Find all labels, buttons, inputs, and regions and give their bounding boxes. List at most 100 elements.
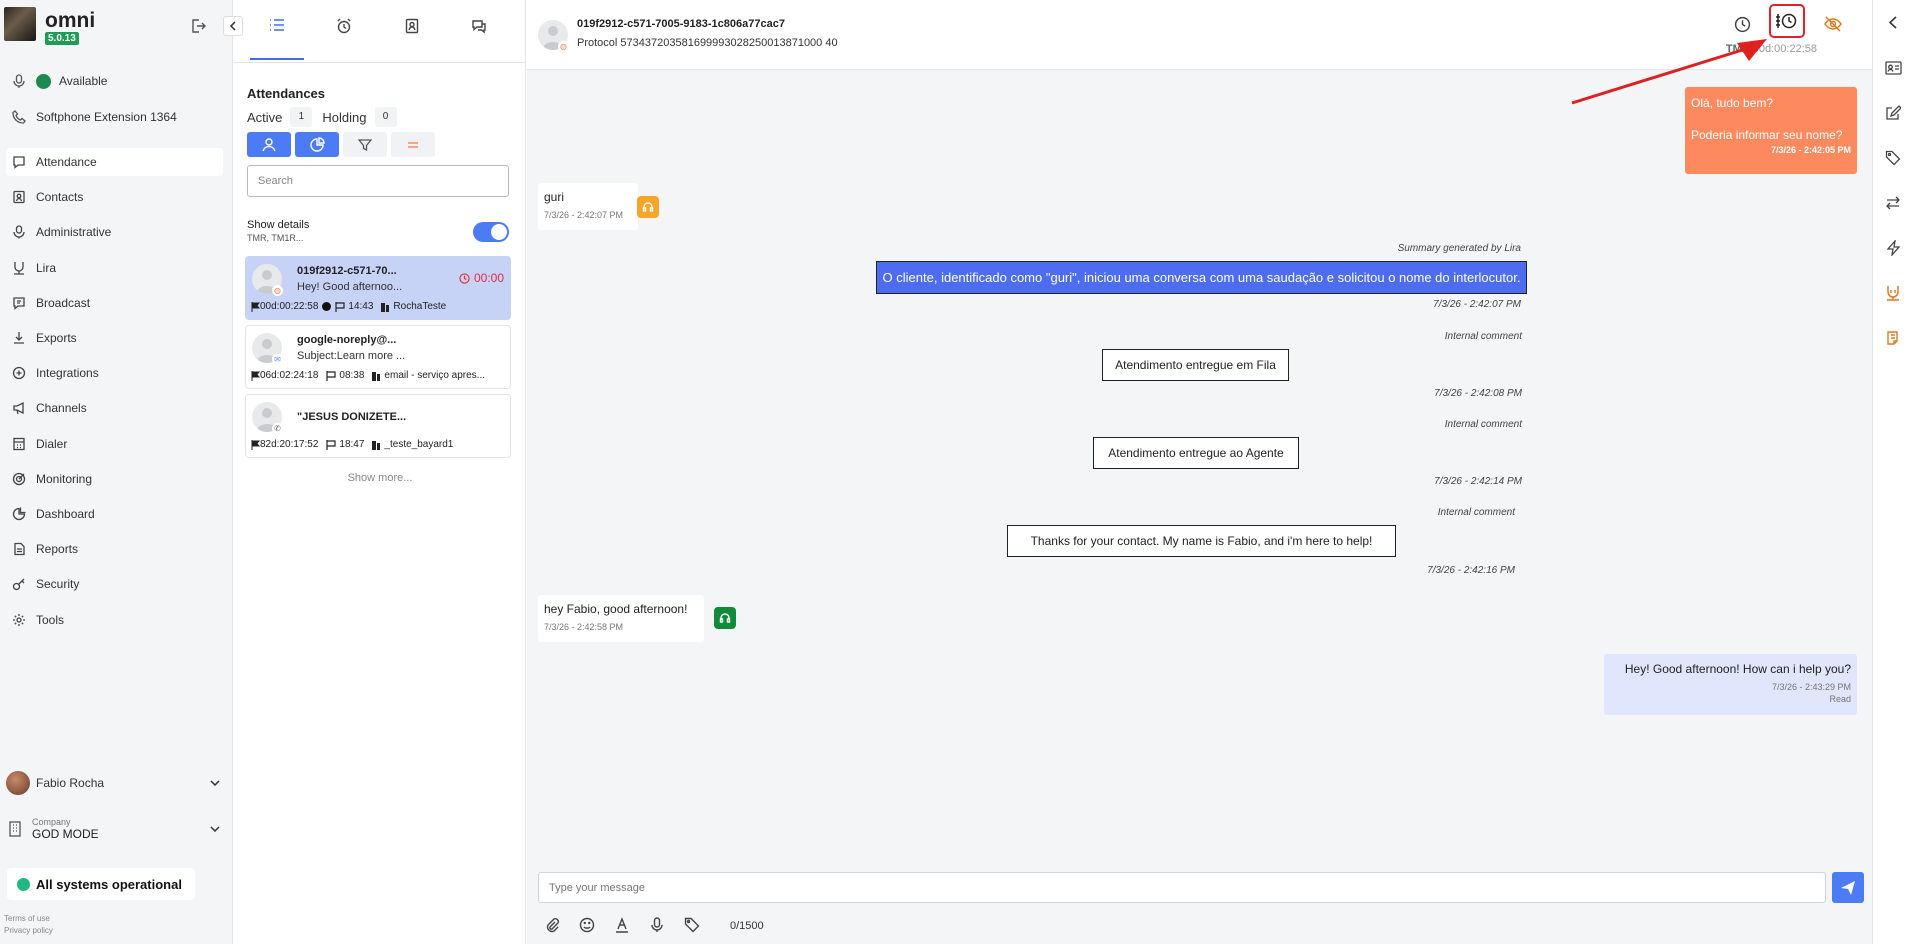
queue-filter-button[interactable] xyxy=(295,132,339,157)
outgoing-bot-message: Olá, tudo bem? Poderia informar seu nome… xyxy=(1685,87,1857,174)
sidebar-item-channels[interactable]: Channels xyxy=(0,394,225,422)
chat-bubbles-icon xyxy=(472,20,486,34)
tma-value: 00d:00:22:58 xyxy=(1752,43,1817,55)
chat-header: ◍ 019f2912-c571-7005-9183-1c806a77cac7 P… xyxy=(527,0,1872,70)
sidebar-item-attendance[interactable]: Attendance xyxy=(6,148,223,176)
conversation-meta: 82d:20:17:52 18:47 _teste_bayard1 xyxy=(251,439,453,450)
sidebar-item-label: Security xyxy=(36,577,80,591)
search-input[interactable] xyxy=(247,165,509,197)
message-time: 7/3/26 - 2:42:58 PM xyxy=(544,622,624,632)
privacy-link[interactable]: Privacy policy xyxy=(4,926,53,935)
tag-button[interactable] xyxy=(683,916,701,934)
contact-book-icon xyxy=(405,18,419,34)
holding-label: Holding xyxy=(322,109,367,125)
tags-button[interactable] xyxy=(1883,148,1903,168)
ai-summary-message: O cliente, identificado como "guri", ini… xyxy=(876,261,1527,294)
collapse-rail-button[interactable] xyxy=(1883,12,1903,32)
my-attendances-filter-button[interactable] xyxy=(247,132,291,157)
sidebar-item-broadcast[interactable]: Broadcast xyxy=(0,289,225,317)
filter-button[interactable] xyxy=(343,132,387,157)
script-button[interactable] xyxy=(1883,328,1903,348)
sidebar-item-label: Broadcast xyxy=(36,296,91,310)
show-details-toggle[interactable] xyxy=(473,222,509,242)
transfer-button[interactable] xyxy=(1883,193,1903,213)
sidebar-item-integrations[interactable]: Integrations xyxy=(0,359,225,387)
sidebar-item-exports[interactable]: Exports xyxy=(0,324,225,352)
sort-button[interactable] xyxy=(391,132,435,157)
sidebar-item-lira[interactable]: Lira xyxy=(0,254,225,282)
message-input[interactable] xyxy=(538,872,1826,903)
internal-comment-time: 7/3/26 - 2:42:16 PM xyxy=(1427,565,1515,576)
softphone-row[interactable]: Softphone Extension 1364 xyxy=(0,103,225,131)
send-button[interactable] xyxy=(1832,872,1864,903)
timer-value: 00:00 xyxy=(473,271,504,285)
show-details-sublabel: TMR, TM1R... xyxy=(247,233,304,243)
status-selector[interactable]: Available xyxy=(0,67,225,95)
company-selector[interactable]: Company GOD MODE xyxy=(8,814,226,844)
sidebar-item-label: Integrations xyxy=(36,366,99,380)
duration: 82d:20:17:52 xyxy=(260,439,319,450)
status-ok-dot xyxy=(17,877,30,891)
headset-icon xyxy=(719,613,731,623)
queue-name: email - serviço apres... xyxy=(384,370,486,381)
message-flag-icon xyxy=(335,301,345,312)
sidebar-item-tools[interactable]: Tools xyxy=(0,606,225,634)
active-tab-indicator xyxy=(250,58,304,60)
logout-icon[interactable] xyxy=(190,18,206,34)
internal-comment-label: Internal comment xyxy=(1444,331,1522,342)
tabs-divider xyxy=(234,62,526,63)
pie-icon xyxy=(12,507,26,521)
main-sidebar: omni 5.0.13 Available Softphone Extensio… xyxy=(0,0,243,944)
transfer-arrows-icon xyxy=(1886,196,1900,210)
text-format-button[interactable] xyxy=(613,916,631,934)
chevron-left-icon xyxy=(1889,15,1897,29)
sidebar-item-dashboard[interactable]: Dashboard xyxy=(0,500,225,528)
record-audio-button[interactable] xyxy=(648,916,666,934)
tab-internal-chat[interactable] xyxy=(459,18,499,48)
quick-actions-button[interactable] xyxy=(1883,238,1903,258)
conversation-card[interactable]: ✆ "JESUS DONIZETE... 82d:20:17:52 18:47 … xyxy=(245,394,511,458)
target-icon xyxy=(12,472,26,486)
sidebar-item-label: Monitoring xyxy=(36,472,93,486)
sidebar-item-reports[interactable]: Reports xyxy=(0,535,225,563)
list-icon xyxy=(270,19,284,31)
summary-label: Summary generated by Lira xyxy=(1397,243,1521,254)
app-logo xyxy=(4,7,36,41)
show-more-link[interactable]: Show more... xyxy=(234,472,526,484)
conversation-card[interactable]: ✉ google-noreply@... Subject:Learn more … xyxy=(245,325,511,389)
sidebar-item-dialer[interactable]: Dialer xyxy=(0,430,225,458)
tab-contacts[interactable] xyxy=(392,18,432,48)
sidebar-item-security[interactable]: Security xyxy=(0,570,225,598)
sidebar-item-monitoring[interactable]: Monitoring xyxy=(0,465,225,493)
chevron-down-icon xyxy=(210,780,220,786)
microphone-icon xyxy=(13,74,25,88)
edit-icon xyxy=(1886,105,1901,120)
system-status-badge[interactable]: All systems operational xyxy=(7,868,195,900)
softphone-label: Softphone Extension 1364 xyxy=(36,110,177,124)
user-filter-icon xyxy=(262,137,276,151)
phone-channel-icon: ✆ xyxy=(272,423,283,434)
sidebar-item-label: Dashboard xyxy=(36,507,95,521)
attendance-list-panel: Attendances Active 1 Holding 0 Show deta… xyxy=(234,0,526,944)
lira-assistant-button[interactable] xyxy=(1883,283,1903,303)
sidebar-item-administrative[interactable]: Administrative xyxy=(0,218,225,246)
message-text: guri xyxy=(544,190,565,204)
hide-button[interactable] xyxy=(1821,12,1845,36)
conversation-card[interactable]: ◍ 019f2912-c571-70... Hey! Good afternoo… xyxy=(245,256,511,320)
contact-info-button[interactable] xyxy=(1883,58,1903,78)
history-button[interactable] xyxy=(1769,4,1805,38)
lira-icon xyxy=(14,262,24,275)
tab-list[interactable] xyxy=(257,18,297,48)
send-icon xyxy=(1841,880,1855,895)
script-icon xyxy=(1887,331,1898,345)
tab-scheduled[interactable] xyxy=(324,18,364,48)
schedule-button[interactable] xyxy=(1730,12,1754,36)
notes-button[interactable] xyxy=(1883,103,1903,123)
collapse-sidebar-button[interactable] xyxy=(223,16,243,36)
user-menu[interactable]: Fabio Rocha xyxy=(6,771,226,795)
terms-link[interactable]: Terms of use xyxy=(4,914,50,923)
paperclip-icon xyxy=(546,918,559,933)
emoji-button[interactable] xyxy=(578,916,596,934)
sidebar-item-contacts[interactable]: Contacts xyxy=(0,183,225,211)
attach-button[interactable] xyxy=(543,916,561,934)
